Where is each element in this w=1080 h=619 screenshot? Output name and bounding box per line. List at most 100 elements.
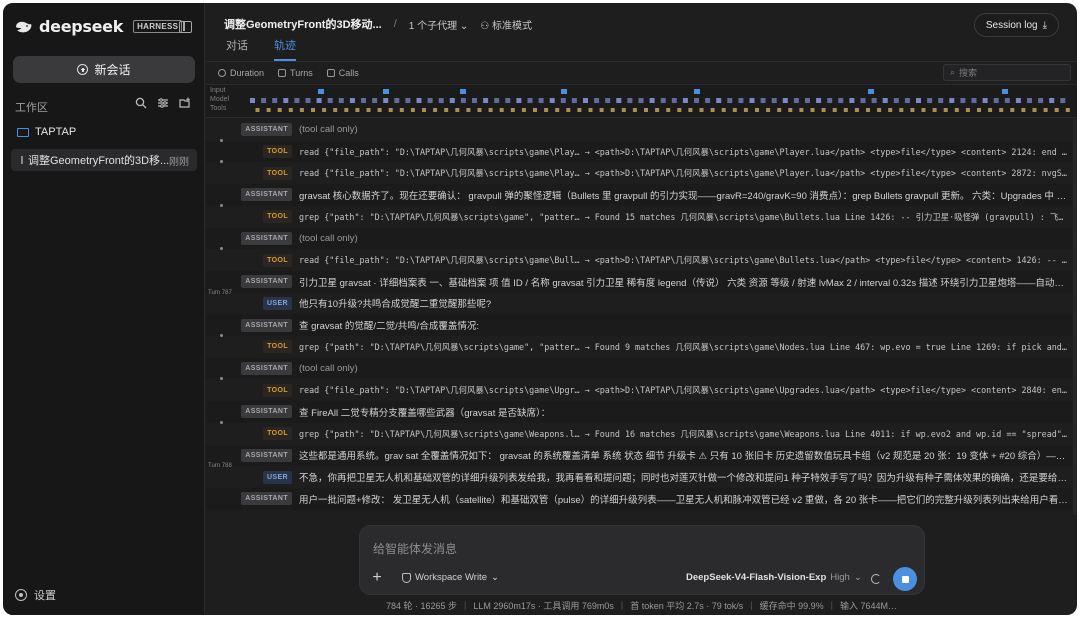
timeline-tool-block[interactable]: [666, 108, 671, 112]
timeline-tool-block[interactable]: [266, 108, 271, 112]
timeline-model-block[interactable]: [460, 98, 466, 103]
timeline[interactable]: Input Model Tools: [206, 84, 1077, 118]
timeline-tool-block[interactable]: [743, 108, 748, 112]
timeline-track[interactable]: [238, 88, 1073, 116]
timeline-tool-block[interactable]: [533, 108, 537, 112]
timeline-model-block[interactable]: [1049, 98, 1055, 103]
timeline-tool-block[interactable]: [677, 108, 682, 112]
turns-toggle[interactable]: Turns: [278, 68, 313, 78]
timeline-model-block[interactable]: [882, 98, 888, 103]
timeline-model-block[interactable]: [716, 98, 722, 103]
timeline-tool-block[interactable]: [1032, 108, 1037, 112]
timeline-tool-block[interactable]: [977, 108, 981, 112]
timeline-tool-block[interactable]: [599, 108, 604, 112]
timeline-model-block[interactable]: [416, 98, 422, 103]
timeline-model-block[interactable]: [938, 98, 944, 103]
timeline-tool-block[interactable]: [466, 108, 471, 112]
timeline-tool-block[interactable]: [821, 108, 826, 112]
timeline-tool-block[interactable]: [932, 108, 937, 112]
timeline-model-block[interactable]: [793, 98, 799, 103]
timeline-tool-block[interactable]: [766, 108, 771, 112]
timeline-model-block[interactable]: [749, 98, 755, 103]
timeline-model-block[interactable]: [816, 98, 822, 103]
timeline-model-block[interactable]: [904, 98, 910, 103]
session-log-button[interactable]: Session log ⤓: [973, 13, 1059, 37]
transcript-row[interactable]: ASSISTANT (tool call only): [206, 227, 1077, 250]
timeline-model-block[interactable]: [394, 98, 400, 103]
transcript-row[interactable]: ASSISTANT 这些都是通用系统。grav sat 全覆盖情况如下： grav…: [206, 444, 1077, 467]
timeline-tool-block[interactable]: [288, 108, 293, 112]
stop-button[interactable]: [893, 567, 917, 591]
timeline-tool-block[interactable]: [854, 108, 859, 112]
timeline-tool-block[interactable]: [277, 108, 282, 112]
timeline-model-block[interactable]: [372, 98, 378, 103]
timeline-tool-block[interactable]: [588, 108, 593, 112]
timeline-tool-block[interactable]: [488, 108, 493, 112]
timeline-model-block[interactable]: [316, 98, 322, 103]
timeline-model-block[interactable]: [916, 98, 921, 103]
timeline-model-block[interactable]: [405, 98, 411, 103]
timeline-tool-block[interactable]: [965, 108, 970, 112]
timeline-model-block[interactable]: [1015, 98, 1021, 103]
timeline-tool-block[interactable]: [255, 108, 260, 112]
timeline-tool-block[interactable]: [777, 108, 782, 112]
timeline-model-block[interactable]: [871, 98, 877, 103]
timeline-tool-block[interactable]: [1021, 108, 1026, 112]
timeline-tool-block[interactable]: [699, 108, 704, 112]
settings-button[interactable]: 设置: [15, 587, 56, 603]
timeline-tool-block[interactable]: [544, 108, 549, 112]
timeline-model-block[interactable]: [272, 98, 278, 103]
timeline-model-block[interactable]: [971, 98, 977, 103]
timeline-model-block[interactable]: [427, 98, 433, 103]
timeline-model-block[interactable]: [1027, 98, 1032, 103]
timeline-model-block[interactable]: [571, 98, 577, 103]
timeline-tool-block[interactable]: [1065, 108, 1070, 112]
timeline-model-block[interactable]: [294, 98, 300, 103]
timeline-model-block[interactable]: [805, 98, 810, 103]
timeline-tool-block[interactable]: [655, 108, 660, 112]
session-item[interactable]: 调整GeometryFront的3D移... 刚刚: [11, 149, 197, 171]
timeline-model-block[interactable]: [583, 98, 588, 103]
timeline-model-block[interactable]: [638, 98, 644, 103]
timeline-tool-block[interactable]: [399, 108, 404, 112]
timeline-tool-block[interactable]: [422, 108, 426, 112]
timeline-tool-block[interactable]: [921, 108, 926, 112]
search-icon[interactable]: [135, 97, 147, 109]
timeline-input-block[interactable]: [1002, 89, 1008, 94]
timeline-tool-block[interactable]: [988, 108, 993, 112]
new-chat-button[interactable]: 新会话: [13, 56, 195, 83]
transcript-row[interactable]: ASSISTANT 引力卫星 gravsat · 详细档案表 一、基础档案 项 值…: [206, 270, 1077, 293]
timeline-model-block[interactable]: [305, 98, 311, 103]
timeline-model-block[interactable]: [682, 98, 688, 103]
timeline-model-block[interactable]: [1038, 98, 1044, 103]
timeline-tool-block[interactable]: [799, 108, 804, 112]
transcript-row[interactable]: ASSISTANT 查 gravsat 的觉醒/二觉/共鸣/合成覆盖情况:: [206, 314, 1077, 336]
timeline-tool-block[interactable]: [366, 108, 371, 112]
timeline-input-block[interactable]: [383, 89, 389, 94]
timeline-model-block[interactable]: [993, 98, 999, 103]
timeline-tool-block[interactable]: [843, 108, 848, 112]
timeline-model-block[interactable]: [261, 98, 267, 103]
timeline-model-block[interactable]: [338, 98, 344, 103]
timeline-tool-block[interactable]: [943, 108, 948, 112]
timeline-tool-block[interactable]: [299, 108, 304, 112]
timeline-tool-block[interactable]: [721, 108, 726, 112]
timeline-model-block[interactable]: [383, 98, 389, 103]
timeline-tool-block[interactable]: [344, 108, 349, 112]
attach-button[interactable]: +: [367, 568, 387, 588]
tab-conversation[interactable]: 对话: [226, 37, 248, 61]
timeline-tool-block[interactable]: [1010, 108, 1015, 112]
timeline-model-block[interactable]: [538, 98, 544, 103]
message-input[interactable]: 给智能体发消息: [373, 540, 457, 557]
timeline-tool-block[interactable]: [788, 108, 793, 112]
timeline-tool-block[interactable]: [433, 108, 438, 112]
transcript-row[interactable]: TOOL grep {"path": "D:\TAPTAP\几何风暴\script…: [206, 334, 1077, 358]
transcript-row[interactable]: TOOL read {"file_path": "D:\TAPTAP\几何风暴\s…: [206, 138, 1077, 163]
timeline-tool-block[interactable]: [888, 108, 893, 112]
transcript-row[interactable]: TOOL read {"file_path": "D:\TAPTAP\几何风暴\s…: [206, 247, 1077, 271]
timeline-tool-block[interactable]: [322, 108, 327, 112]
timeline-tool-block[interactable]: [710, 108, 715, 112]
timeline-tool-block[interactable]: [1054, 108, 1059, 112]
workspace-folder[interactable]: TAPTAP: [17, 126, 76, 138]
timeline-tool-block[interactable]: [877, 108, 882, 112]
